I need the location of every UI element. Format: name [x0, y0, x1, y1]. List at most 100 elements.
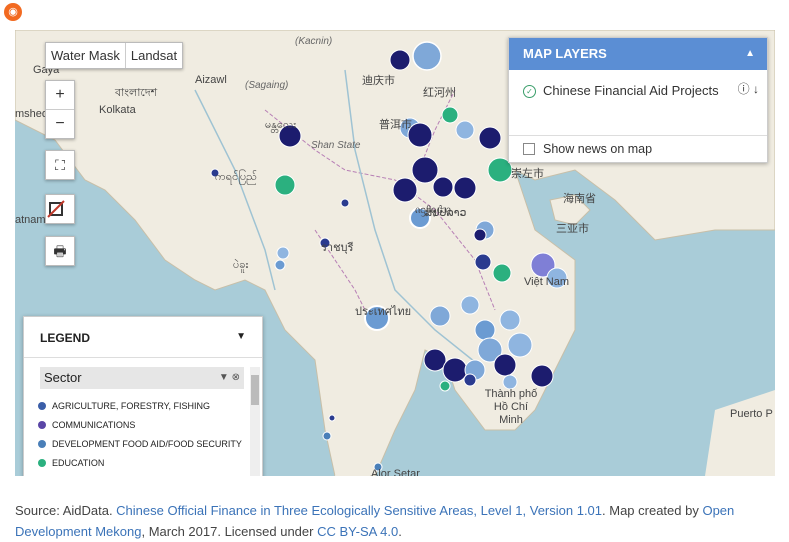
layer-item[interactable]: ✓ Chinese Financial Aid Projects ⓘ ↓: [509, 70, 767, 136]
sector-label: Sector: [44, 370, 82, 385]
aid-marker: [429, 305, 451, 327]
caption-end: .: [398, 524, 402, 539]
scrollbar-thumb[interactable]: [251, 375, 259, 405]
place-label: 海南省: [563, 193, 596, 205]
info-icon[interactable]: ⓘ: [738, 82, 750, 96]
zoom-control: + −: [45, 80, 75, 139]
aid-marker: [507, 332, 533, 358]
place-label: ສປປລາວ: [425, 207, 467, 219]
place-label: Puerto P: [730, 408, 773, 420]
place-label: Việt Nam: [524, 276, 570, 288]
caption-date: , March 2017. Licensed under: [141, 524, 318, 539]
chevron-up-icon[interactable]: ▲: [745, 38, 755, 70]
map-canvas[interactable]: Gaya Aizawl (Sagaing) (Kacnin) বাংলাদেশ …: [15, 30, 775, 476]
aid-marker: [474, 253, 492, 271]
aid-marker: [499, 309, 521, 331]
place-label: Kolkata: [99, 104, 136, 116]
place-label: বাংলাদেশ: [115, 87, 158, 99]
place-label: Shan State: [311, 140, 361, 151]
legend-item-label: EDUCATION: [52, 458, 105, 468]
aid-marker: [478, 126, 502, 150]
show-news-toggle[interactable]: Show news on map: [509, 136, 767, 162]
print-icon[interactable]: 🖶: [45, 236, 75, 266]
map-layers-title: MAP LAYERS: [523, 46, 607, 61]
legend-items: AGRICULTURE, FORESTRY, FISHING COMMUNICA…: [38, 401, 248, 476]
legend-dot: [38, 402, 46, 410]
place-label: မန္တလေး: [265, 119, 297, 131]
aid-marker: [492, 263, 512, 283]
aid-marker: [453, 176, 477, 200]
legend-item-label: COMMUNICATIONS: [52, 420, 136, 430]
arrow-down-icon[interactable]: ↓: [753, 82, 759, 96]
aid-marker: [474, 319, 496, 341]
aid-marker: [439, 380, 451, 392]
place-label: 迪庆市: [362, 75, 395, 87]
land-bottom-right: [705, 390, 775, 476]
zoom-in-button[interactable]: +: [46, 81, 74, 109]
caption-text: . Map created by: [602, 503, 703, 518]
rss-icon[interactable]: ◉: [4, 3, 22, 21]
legend-item-label: DEVELOPMENT FOOD AID/FOOD SECURITY: [52, 439, 242, 449]
chevron-down-icon[interactable]: ▼: [219, 372, 229, 383]
place-label: 红河州: [423, 87, 456, 99]
water-mask-button[interactable]: Water Mask: [46, 43, 125, 68]
aid-marker: [442, 357, 468, 383]
place-label: ကရင်ပြည်: [215, 171, 257, 183]
legend-dot: [38, 459, 46, 467]
aid-marker: [530, 364, 554, 388]
aid-marker: [276, 246, 290, 260]
layer-label: Chinese Financial Aid Projects: [543, 83, 719, 98]
clear-icon[interactable]: ⊗: [232, 372, 240, 383]
caption-source: Source: AidData.: [15, 503, 117, 518]
place-label: Alor Setar: [371, 468, 420, 476]
aid-marker: [493, 353, 517, 377]
legend-dot: [38, 440, 46, 448]
legend-title: LEGEND: [40, 331, 91, 345]
checkbox[interactable]: [523, 143, 535, 155]
zoom-out-button[interactable]: −: [46, 109, 74, 138]
aid-marker: [441, 106, 459, 124]
aid-marker: [392, 177, 418, 203]
aid-marker: [411, 156, 439, 184]
aid-marker: [502, 374, 518, 390]
landsat-button[interactable]: Landsat: [124, 43, 182, 68]
legend-panel: LEGEND ▼ Sector ▼ ⊗ AGRICULTURE, FORESTR…: [23, 316, 263, 476]
legend-header[interactable]: LEGEND ▼: [24, 317, 262, 358]
aid-marker: [423, 348, 447, 372]
aid-marker: [274, 174, 296, 196]
aid-marker: [432, 176, 454, 198]
place-label: Thành phố Hồ Chí Minh: [484, 388, 538, 426]
sector-select[interactable]: Sector ▼ ⊗: [40, 367, 244, 389]
place-label: ราชบุรี: [321, 242, 354, 254]
aid-marker: [460, 295, 480, 315]
layer-tools: ⓘ ↓: [738, 78, 759, 100]
aid-marker: [463, 373, 477, 387]
legend-item: DEVELOPMENT FOOD AID/FOOD SECURITY: [38, 439, 248, 449]
place-label: ประเทศไทย: [355, 306, 412, 318]
fullscreen-icon[interactable]: ⛶: [45, 150, 75, 180]
select-controls: ▼ ⊗: [219, 367, 240, 389]
place-label: (Sagaing): [245, 80, 289, 91]
check-icon: ✓: [523, 85, 536, 98]
aid-marker: [322, 431, 332, 441]
map-layers-panel: MAP LAYERS ▲ ✓ Chinese Financial Aid Pro…: [508, 37, 768, 163]
basemap-switcher: Water Mask Landsat: [45, 42, 184, 69]
chevron-down-icon[interactable]: ▼: [236, 331, 246, 342]
aid-marker: [389, 49, 411, 71]
place-label: Aizawl: [195, 74, 227, 86]
license-link[interactable]: CC BY-SA 4.0: [317, 524, 398, 539]
place-label: ပဲခူး: [233, 259, 249, 271]
show-news-label: Show news on map: [543, 142, 653, 156]
map-caption: Source: AidData. Chinese Official Financ…: [15, 500, 775, 542]
legend-item-label: AGRICULTURE, FORESTRY, FISHING: [52, 401, 211, 411]
dataset-link[interactable]: Chinese Official Finance in Three Ecolog…: [116, 503, 602, 518]
legend-scrollbar[interactable]: [250, 367, 260, 476]
no-layer-icon[interactable]: [45, 194, 75, 224]
aid-marker: [473, 228, 487, 242]
legend-item: COMMUNICATIONS: [38, 420, 248, 430]
aid-marker: [328, 414, 336, 422]
aid-marker: [412, 41, 442, 71]
map-layers-header[interactable]: MAP LAYERS ▲: [509, 38, 767, 70]
legend-item: AGRICULTURE, FORESTRY, FISHING: [38, 401, 248, 411]
legend-item: EDUCATION: [38, 458, 248, 468]
